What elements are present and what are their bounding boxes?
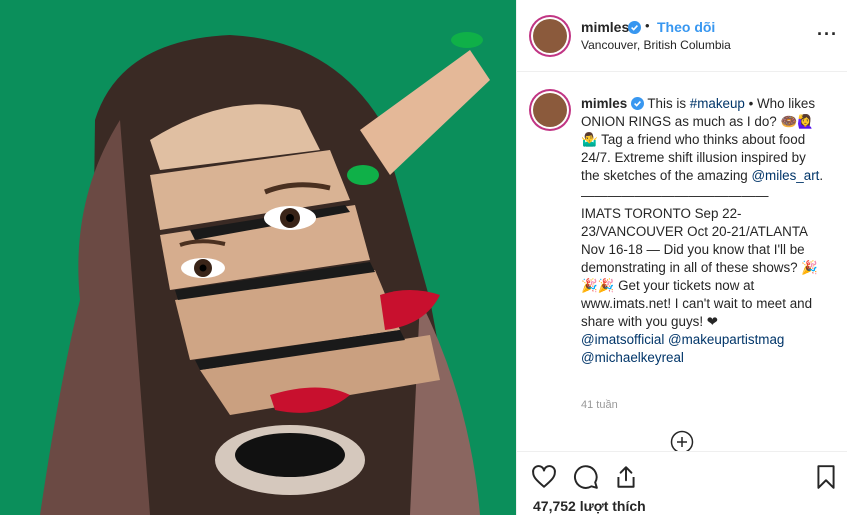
caption-part: IMATS TORONTO Sep 22-23/VANCOUVER Oct 20… (581, 206, 808, 275)
divider-line: —————————————— (581, 188, 769, 203)
timestamp: 41 tuần (581, 399, 618, 411)
more-options-button[interactable]: ··· (817, 24, 838, 45)
comment-icon[interactable] (573, 464, 599, 490)
action-bar: 47,752 lượt thích (517, 451, 847, 515)
comments-section: mimles This is #makeup • Who likes ONION… (517, 73, 847, 451)
emoji: 🍩🙋‍♀ (780, 114, 814, 129)
plus-circle-icon[interactable] (670, 430, 694, 451)
hashtag-link[interactable]: #makeup (690, 96, 745, 111)
post-side-panel: mimles • Theo dõi Vancouver, British Col… (516, 0, 847, 515)
likes-count[interactable]: 47,752 lượt thích (533, 498, 646, 514)
follow-button[interactable]: Theo dõi (657, 19, 715, 35)
verified-badge-icon (628, 21, 641, 34)
post-image-illustration (0, 0, 516, 515)
post-photo[interactable] (0, 0, 516, 515)
emoji: 🤷‍♂ (581, 132, 598, 147)
mention-link[interactable]: @michaelkeyreal (581, 350, 684, 365)
bookmark-icon[interactable] (813, 464, 839, 490)
location-link[interactable]: Vancouver, British Columbia (581, 38, 731, 52)
mention-link[interactable]: @makeupartistmag (668, 332, 784, 347)
avatar[interactable] (529, 15, 571, 57)
post-header: mimles • Theo dõi Vancouver, British Col… (517, 0, 847, 72)
heart-icon[interactable] (531, 464, 557, 490)
caption-part: . (819, 168, 824, 183)
caption-part: This is (647, 96, 690, 111)
share-icon[interactable] (613, 464, 639, 490)
caption-avatar[interactable] (529, 89, 571, 131)
mention-link[interactable]: @imatsofficial (581, 332, 664, 347)
username-link[interactable]: mimles (581, 19, 629, 35)
caption-part: Get your tickets now at www.imats.net! I… (581, 278, 813, 329)
mention-link[interactable]: @miles_art (751, 168, 819, 183)
caption-username[interactable]: mimles (581, 96, 627, 111)
separator-dot: • (645, 18, 650, 33)
caption-text: mimles This is #makeup • Who likes ONION… (581, 95, 827, 367)
verified-badge-icon (630, 97, 644, 110)
